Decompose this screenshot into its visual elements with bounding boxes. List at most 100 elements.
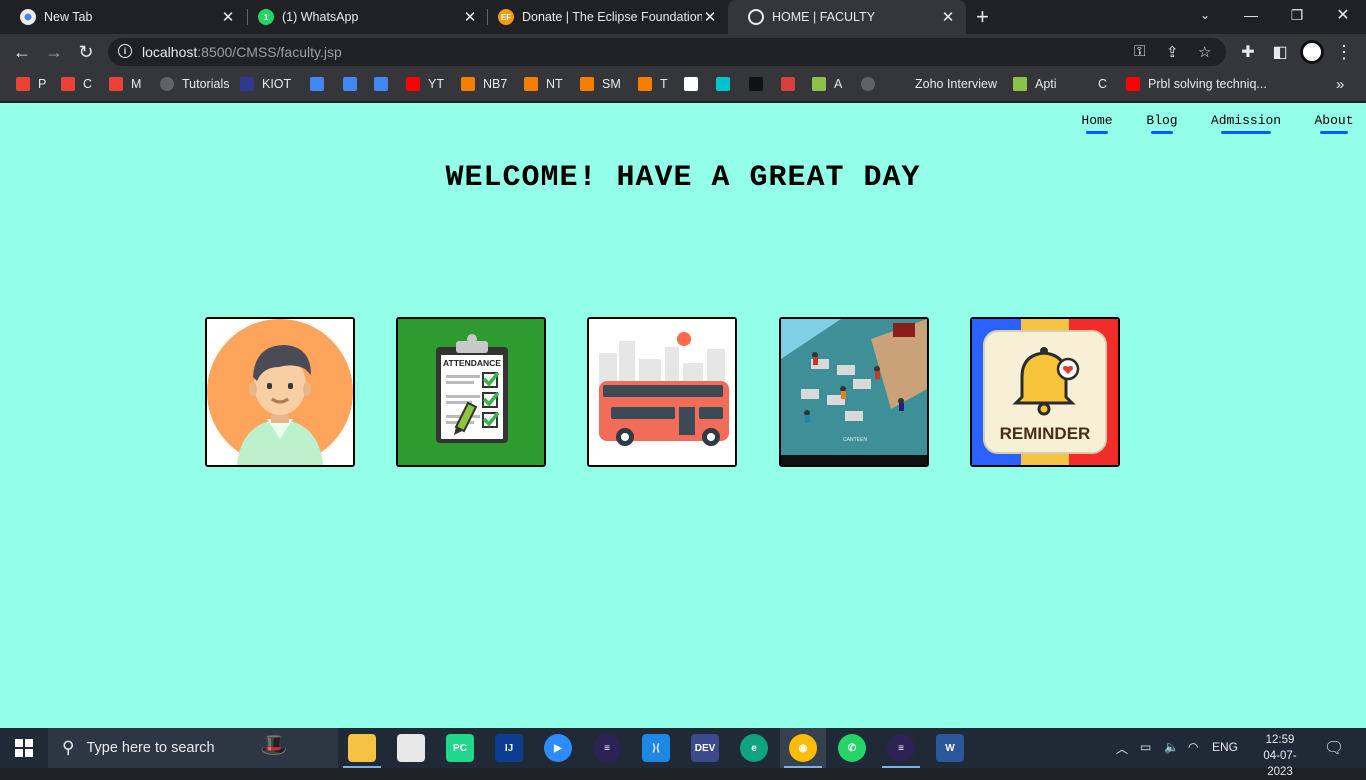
gmail-icon: [61, 77, 75, 91]
attendance-label: ATTENDANCE: [443, 358, 501, 368]
side-panel-icon[interactable]: ◧: [1268, 40, 1292, 64]
bookmark-item[interactable]: C: [1076, 77, 1107, 91]
bookmark-item[interactable]: Prbl solving techniq...: [1126, 77, 1267, 91]
dev-cpp-icon[interactable]: DEV: [691, 734, 719, 762]
bookmark-item[interactable]: P: [16, 77, 46, 91]
blogger-icon: [638, 77, 652, 91]
close-tab-icon[interactable]: ✕: [462, 8, 478, 26]
hackerrank-icon: [749, 77, 763, 91]
tab-whatsapp[interactable]: 1 (1) WhatsApp ✕: [238, 0, 488, 34]
tab-new-tab[interactable]: New Tab ✕: [0, 0, 246, 34]
eclipse-icon[interactable]: ≡: [887, 734, 915, 762]
bookmark-label: A: [834, 77, 843, 91]
restore-button[interactable]: ❐: [1274, 0, 1320, 30]
bookmark-item[interactable]: A: [812, 77, 842, 91]
time-text: 12:59: [1265, 734, 1295, 746]
profile-card[interactable]: [205, 317, 355, 467]
taskbar-search[interactable]: ⚲ Type here to search 🎩: [48, 728, 338, 768]
bookmarks-more-icon[interactable]: »: [1336, 76, 1344, 93]
bookmark-item[interactable]: Zoho Interview: [893, 77, 997, 91]
tab-title: HOME | FACULTY: [772, 10, 876, 24]
tab-title: Donate | The Eclipse Foundation: [522, 10, 702, 24]
notifications-icon[interactable]: 🗨: [1324, 738, 1344, 758]
clock[interactable]: 12:59 04-07-2023: [1254, 732, 1306, 780]
bookmark-item[interactable]: Apti: [1013, 77, 1057, 91]
tab-search-icon[interactable]: ⌄: [1182, 0, 1228, 30]
bookmark-label: Apti: [1035, 77, 1057, 91]
bookmark-item[interactable]: KIOT: [240, 77, 291, 91]
new-tab-button[interactable]: +: [976, 4, 989, 30]
forward-icon[interactable]: →: [42, 40, 66, 64]
bookmark-item[interactable]: [749, 77, 771, 91]
notepad-icon[interactable]: [397, 734, 425, 762]
site-info-icon[interactable]: i: [118, 44, 132, 58]
bookmark-label: P: [38, 77, 47, 91]
bookmark-item[interactable]: [343, 77, 365, 91]
bookmark-item[interactable]: [781, 77, 803, 91]
whatsapp-icon[interactable]: ✆: [838, 734, 866, 762]
tab-eclipse-donate[interactable]: EF Donate | The Eclipse Foundation ✕: [478, 0, 728, 34]
bookmark-item[interactable]: [374, 77, 396, 91]
back-icon[interactable]: ←: [10, 40, 34, 64]
reload-icon[interactable]: ↻: [74, 40, 98, 64]
nav-home[interactable]: Home: [1081, 113, 1113, 134]
reminder-card[interactable]: REMINDER: [970, 317, 1120, 467]
bookmark-item[interactable]: [310, 77, 332, 91]
close-tab-icon[interactable]: ✕: [702, 8, 718, 26]
show-hidden-icons[interactable]: ︿: [1116, 740, 1128, 757]
nav-blog[interactable]: Blog: [1146, 113, 1178, 134]
volume-icon[interactable]: 🔈: [1164, 740, 1179, 754]
profile-avatar[interactable]: [1300, 40, 1324, 64]
bookmark-item[interactable]: C: [61, 77, 92, 91]
bookmark-item[interactable]: [716, 77, 738, 91]
battery-icon[interactable]: ▭: [1140, 740, 1151, 754]
attendance-card[interactable]: ATTENDANCE: [396, 317, 546, 467]
date-text: 04-07-2023: [1263, 750, 1297, 778]
bookmark-label: Zoho Interview: [915, 77, 997, 91]
share-icon[interactable]: ⇪: [1166, 43, 1179, 61]
edge-icon[interactable]: e: [740, 734, 768, 762]
word-icon[interactable]: W: [936, 734, 964, 762]
windows-start-button[interactable]: [0, 728, 48, 768]
bookmark-item[interactable]: [684, 77, 706, 91]
password-key-icon[interactable]: ⚿: [1134, 43, 1145, 60]
wifi-icon[interactable]: ◠: [1188, 740, 1198, 754]
menu-icon[interactable]: ⋮: [1332, 40, 1356, 64]
bookmark-item[interactable]: YT: [406, 77, 444, 91]
intellij-icon[interactable]: IJ: [495, 734, 523, 762]
bookmark-star-icon[interactable]: ☆: [1198, 43, 1211, 61]
transport-card[interactable]: [587, 317, 737, 467]
bookmark-item[interactable]: Tutorials: [160, 77, 229, 91]
canteen-card[interactable]: CANTEEN: [779, 317, 929, 467]
close-tab-icon[interactable]: ✕: [940, 8, 956, 26]
language-indicator[interactable]: ENG: [1212, 740, 1238, 754]
chrome-icon[interactable]: ◉: [789, 734, 817, 762]
bookmark-item[interactable]: T: [638, 77, 668, 91]
vscode-icon[interactable]: ⟩⟨: [642, 734, 670, 762]
blogger-icon: [461, 77, 475, 91]
bookmark-item[interactable]: NB7: [461, 77, 507, 91]
bookmark-item[interactable]: NT: [524, 77, 563, 91]
eclipse-icon[interactable]: ≡: [593, 734, 621, 762]
address-bar[interactable]: i localhost:8500/CMSS/faculty.jsp ⚿ ⇪ ☆: [108, 38, 1226, 66]
minimize-button[interactable]: —: [1228, 0, 1274, 30]
tab-title: (1) WhatsApp: [282, 10, 359, 24]
extensions-icon[interactable]: ✚: [1236, 40, 1260, 64]
windows-taskbar: ⚲ Type here to search 🎩 PC IJ ▶ ≡ ⟩⟨ DEV e ◉ ✆ ≡ W…: [0, 728, 1366, 778]
tab-strip: New Tab ✕ 1 (1) WhatsApp ✕ EF Donate | T…: [0, 0, 1366, 34]
zoom-icon[interactable]: ▶: [544, 734, 572, 762]
eclipse-foundation-icon: EF: [498, 9, 514, 25]
file-explorer-icon[interactable]: [348, 734, 376, 762]
nav-admission[interactable]: Admission: [1210, 113, 1282, 134]
udemy-icon: [781, 77, 795, 91]
url-text[interactable]: localhost:8500/CMSS/faculty.jsp: [142, 44, 342, 60]
bookmark-item[interactable]: SM: [580, 77, 621, 91]
bookmark-item[interactable]: M: [109, 77, 141, 91]
bookmark-label: M: [131, 77, 142, 91]
pycharm-icon[interactable]: PC: [446, 734, 474, 762]
nav-about[interactable]: About: [1314, 113, 1354, 134]
tab-home-faculty[interactable]: HOME | FACULTY ✕: [728, 0, 966, 34]
bookmark-item[interactable]: [861, 77, 883, 91]
close-tab-icon[interactable]: ✕: [220, 8, 236, 26]
close-window-button[interactable]: ✕: [1320, 0, 1366, 30]
